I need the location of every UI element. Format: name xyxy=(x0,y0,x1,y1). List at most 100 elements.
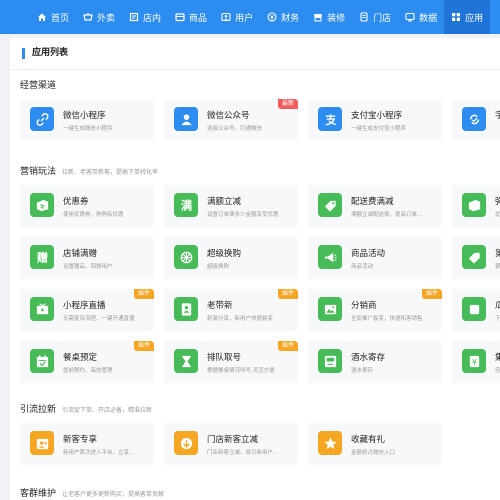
section-subtitle: 引流促下单、开店必备，精准拉新 xyxy=(62,407,153,414)
hourglass-icon xyxy=(174,349,198,373)
card-goods-activity[interactable]: 商品活动 商品活动 xyxy=(308,237,442,279)
finance-icon xyxy=(267,12,277,22)
nav-item-app[interactable]: 应用 xyxy=(444,0,491,34)
card-alipay-miniprogram[interactable]: 支付宝小程序 一键生成支付宝小程序 xyxy=(308,99,442,141)
data-icon xyxy=(405,12,415,22)
card-store-new-reduce[interactable]: 门店新客立减 门店新客立减，吸引新用户... xyxy=(164,423,298,465)
card-name: 第二 xyxy=(495,249,500,259)
exchange-icon xyxy=(174,245,198,269)
nav-item-user[interactable]: 用户 xyxy=(214,0,260,34)
card-desc: 连接公众号，打通微信 xyxy=(207,126,263,132)
svg-text:满: 满 xyxy=(180,198,191,212)
plugin-badge: 插件 xyxy=(277,289,298,299)
nav-label: 首页 xyxy=(51,13,70,24)
card-full-reduce[interactable]: 满 满额立减 设置订单满多少金额享受优惠 xyxy=(164,185,298,227)
card-name: 超级换购 xyxy=(207,249,242,259)
person-icon xyxy=(174,107,198,131)
decorate-icon xyxy=(313,12,323,22)
nav-item-decorate[interactable]: 装修 xyxy=(306,0,352,34)
card-desc: 忠实 xyxy=(495,368,500,374)
plugin-badge: 插件 xyxy=(277,341,298,351)
gift-icon: 赠 xyxy=(30,245,54,269)
card-store-gift[interactable]: 赠 店铺满赠 设置赠品，回馈用户 xyxy=(20,237,154,279)
section-subtitle: 拉新、老客带新客，提高下单转化率 xyxy=(62,169,159,176)
card-wine-storage[interactable]: 酒水寄存 酒水寄存 xyxy=(308,341,442,383)
card-desc: 设置订单满多少金额享受优惠 xyxy=(207,212,279,218)
card-bytedance-miniprogram[interactable]: 字节 xyxy=(452,99,500,141)
shop-icon xyxy=(359,12,369,22)
section-title: 经营渠道 xyxy=(20,81,57,91)
card-points[interactable]: ¥ 集点 忠实 xyxy=(452,341,500,383)
share-icon xyxy=(462,297,486,321)
nav-label: 外卖 xyxy=(97,13,116,24)
card-desc: 全民推广裂变，快速拓客销售 xyxy=(351,316,423,322)
card-desc: 一键生成微信小程序 xyxy=(63,126,113,132)
card-name: 小程序直播 xyxy=(63,301,106,311)
card-wechat-official[interactable]: 微信公众号 连接公众号，打通微信 最新 xyxy=(164,99,298,141)
nav-item-home[interactable]: 首页 xyxy=(30,0,76,34)
card-table-booking[interactable]: 餐桌预定 提前预约，高效管理 插件 xyxy=(20,341,154,383)
section-title: 营销玩法 xyxy=(20,167,57,177)
card-name: 满额立减 xyxy=(207,197,242,207)
nav-label: 应用 xyxy=(465,13,484,24)
card-desc: 商品活动 xyxy=(351,264,374,270)
megaphone-icon xyxy=(318,245,342,269)
plugin-badge: 插件 xyxy=(133,341,154,351)
nav-label: 装修 xyxy=(327,13,346,24)
card-desc: 门店新客立减，吸引新用户... xyxy=(207,450,279,456)
section-title: 引流拉新 xyxy=(20,405,57,415)
nav-item-takeout[interactable]: 外卖 xyxy=(76,0,122,34)
svg-text:赠: 赠 xyxy=(36,250,47,264)
section-subtitle: 让老客户更多更新购买，提高客单贡献 xyxy=(62,491,165,498)
invite-icon xyxy=(174,297,198,321)
card-desc: 优惠 xyxy=(495,212,500,218)
card-name: 老带新 xyxy=(207,301,233,311)
card-queue[interactable]: 排队取号 根据餐桌情况叫号,灵活方便 插件 xyxy=(164,341,298,383)
nav-item-finance[interactable]: 财务 xyxy=(260,0,306,34)
card-super-exchange[interactable]: 超级换购 超级换购 xyxy=(164,237,298,279)
card-name: 门店新客立减 xyxy=(207,435,259,445)
card-name: 收藏有礼 xyxy=(351,435,386,445)
card-desc: 无需复杂流程，一键开通直播 xyxy=(63,316,135,322)
nav-label: 门店 xyxy=(373,13,392,24)
card-distributor[interactable]: 分销商 全民推广裂变，快速拓客销售 插件 xyxy=(308,289,442,331)
card-desc: 酒水寄存 xyxy=(351,368,374,374)
card-second-item[interactable]: 第二 第二 xyxy=(452,237,500,279)
card-name: 排队取号 xyxy=(207,353,242,363)
card-name: 商品活动 xyxy=(351,249,386,259)
card-name: 分销商 xyxy=(351,301,377,311)
card-desc: 使用优惠券，拘购有优惠 xyxy=(63,212,124,218)
card-desc: 第二 xyxy=(495,264,500,270)
card-live[interactable]: 小程序直播 无需复杂流程，一键开通直播 插件 xyxy=(20,289,154,331)
card-name: 餐桌预定 xyxy=(63,353,98,363)
app-icon xyxy=(451,12,461,22)
nav-item-shop[interactable]: 门店 xyxy=(352,0,398,34)
card-split[interactable]: 瓜分 下单 xyxy=(452,289,500,331)
goods-icon xyxy=(175,12,185,22)
section-title: 客群维护 xyxy=(20,489,57,499)
card-collect-gift[interactable]: 收藏有礼 金额抢占微信入口 xyxy=(308,423,442,465)
nav-label: 财务 xyxy=(281,13,300,24)
nav-item-data[interactable]: 数据 xyxy=(398,0,444,34)
card-popup[interactable]: 弹窗 优惠 xyxy=(452,185,500,227)
storage-icon xyxy=(318,349,342,373)
link-icon xyxy=(30,107,54,131)
card-new-customer[interactable]: 新客专享 新用户首次进入平台，立享... xyxy=(20,423,154,465)
live-icon xyxy=(30,297,54,321)
card-wechat-miniprogram[interactable]: 微信小程序 一键生成微信小程序 xyxy=(20,99,154,141)
card-name: 配送费满减 xyxy=(351,197,394,207)
new-customer-icon xyxy=(30,431,54,455)
card-desc: 金额抢占微信入口 xyxy=(351,450,396,456)
nav-item-store[interactable]: 店内 xyxy=(122,0,168,34)
card-desc: 提前预约，高效管理 xyxy=(63,368,113,374)
card-coupon[interactable]: 优惠券 使用优惠券，拘购有优惠 xyxy=(20,185,154,227)
nav-label: 用户 xyxy=(235,13,254,24)
star-icon xyxy=(318,431,342,455)
card-invite[interactable]: 老带新 刺激分享，新用户快速裂变 插件 xyxy=(164,289,298,331)
takeout-icon xyxy=(83,12,93,22)
nav-label: 数据 xyxy=(419,13,438,24)
image-icon xyxy=(318,297,342,321)
nav-item-goods[interactable]: 商品 xyxy=(168,0,214,34)
card-delivery-reduce[interactable]: 配送费满减 满额立减配送费，提高订单... xyxy=(308,185,442,227)
card-name: 支付宝小程序 xyxy=(351,111,403,121)
